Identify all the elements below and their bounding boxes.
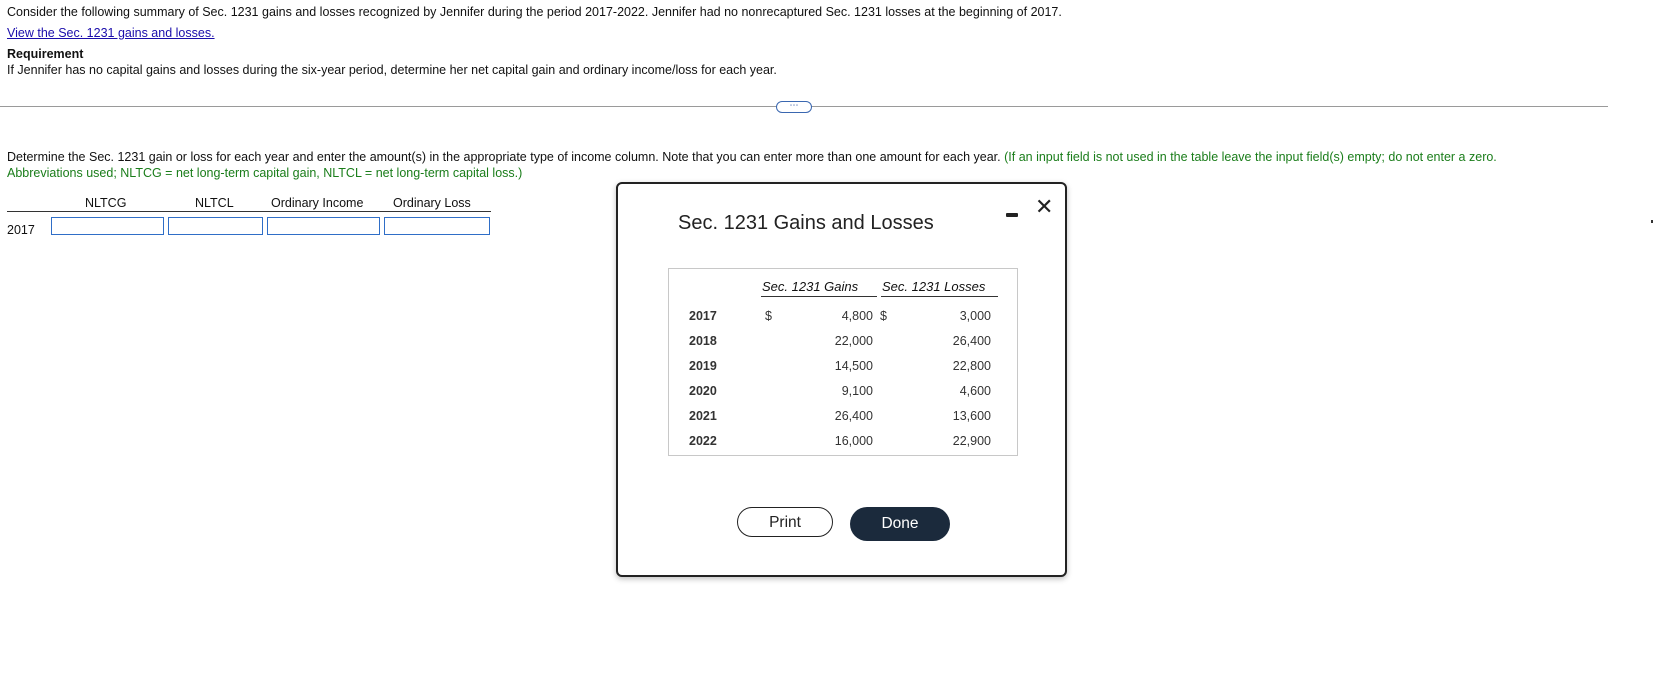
nltcg-input[interactable] (51, 217, 164, 235)
loss-cell: 22,800 (952, 359, 991, 373)
expand-more-button[interactable]: ⋯ (776, 101, 812, 113)
loss-cell: 26,400 (952, 334, 991, 348)
instruction-text: Determine the Sec. 1231 gain or loss for… (7, 149, 1607, 181)
requirement-heading: Requirement (7, 47, 84, 61)
gain-cell: 22,000 (834, 334, 873, 348)
gain-cell: 26,400 (834, 409, 873, 423)
loss-cell: 3,000 (959, 309, 991, 323)
year-cell: 2020 (689, 384, 717, 398)
header-losses: Sec. 1231 Losses (882, 279, 986, 294)
loss-cell: 4,600 (959, 384, 991, 398)
column-header-nltcg: NLTCG (85, 196, 127, 210)
requirement-text: If Jennifer has no capital gains and los… (7, 63, 777, 77)
year-cell: 2022 (689, 434, 717, 448)
year-cell: 2018 (689, 334, 717, 348)
nltcl-input[interactable] (168, 217, 263, 235)
intro-text: Consider the following summary of Sec. 1… (7, 5, 1062, 19)
column-header-ordinary-loss: Ordinary Loss (393, 196, 471, 210)
instruction-note-1: (If an input field is not used in the ta… (1004, 150, 1497, 164)
edge-mark (1651, 220, 1653, 223)
print-button[interactable]: Print (737, 507, 833, 537)
year-cell: 2017 (689, 309, 717, 323)
year-cell: 2021 (689, 409, 717, 423)
gains-losses-table: Sec. 1231 Gains Sec. 1231 Losses 2017 $ … (668, 268, 1018, 456)
loss-cell: 13,600 (952, 409, 991, 423)
ordinary-income-input[interactable] (267, 217, 380, 235)
dialog-title: Sec. 1231 Gains and Losses (678, 212, 934, 234)
row-label-year: 2017 (7, 223, 35, 237)
year-cell: 2019 (689, 359, 717, 373)
header-gains-rule (761, 296, 877, 297)
header-rule (7, 211, 491, 212)
header-gains: Sec. 1231 Gains (762, 279, 859, 294)
gain-cell: 14,500 (834, 359, 873, 373)
instruction-note-2: Abbreviations used; NLTCG = net long-ter… (7, 166, 523, 180)
dollar-sign: $ (765, 309, 772, 323)
close-icon[interactable]: ✕ (1035, 196, 1053, 220)
gains-losses-dialog: Sec. 1231 Gains and Losses ✕ Sec. 1231 G… (616, 182, 1067, 577)
gain-cell: 9,100 (841, 384, 873, 398)
minimize-icon[interactable] (1005, 206, 1019, 222)
gain-cell: 4,800 (841, 309, 873, 323)
ordinary-loss-input[interactable] (384, 217, 490, 235)
gain-cell: 16,000 (834, 434, 873, 448)
loss-cell: 22,900 (952, 434, 991, 448)
column-header-ordinary-income: Ordinary Income (271, 196, 364, 210)
view-gains-losses-link[interactable]: View the Sec. 1231 gains and losses. (7, 26, 215, 40)
dollar-sign: $ (880, 309, 887, 323)
instruction-main: Determine the Sec. 1231 gain or loss for… (7, 150, 1001, 164)
done-button[interactable]: Done (850, 507, 950, 541)
column-header-nltcl: NLTCL (195, 196, 234, 210)
header-losses-rule (881, 296, 998, 297)
